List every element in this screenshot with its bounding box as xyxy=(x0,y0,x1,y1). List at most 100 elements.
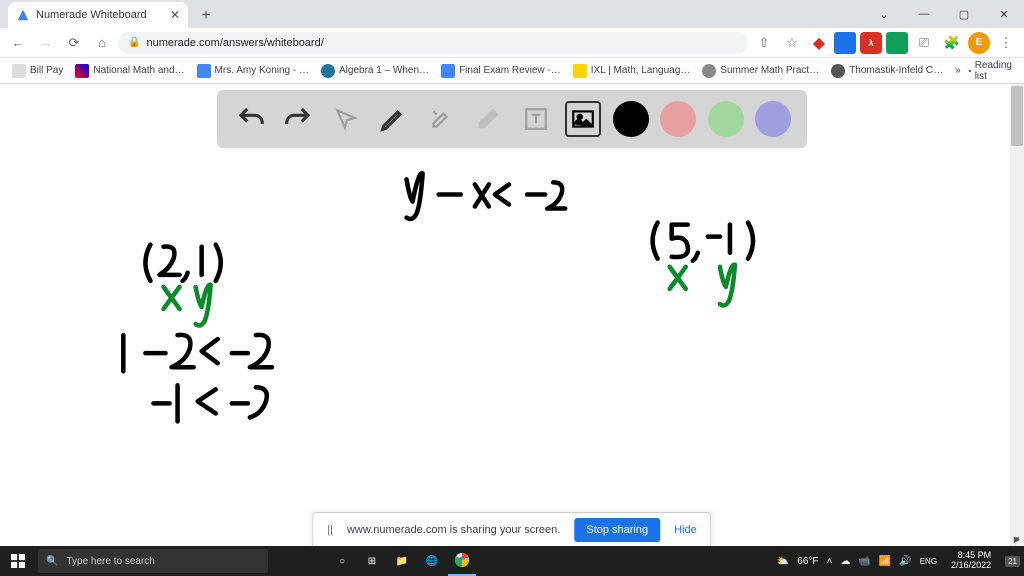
extension-icon-3[interactable] xyxy=(886,32,908,54)
bookmark-summer-math[interactable]: Summer Math Pract… xyxy=(698,62,823,80)
wifi-icon[interactable]: 📶 xyxy=(879,556,891,567)
windows-icon xyxy=(11,554,25,568)
reading-list-label: Reading list xyxy=(975,60,1016,82)
bookmark-final-exam[interactable]: Final Exam Review -… xyxy=(437,62,565,80)
reload-button[interactable]: ⟳ xyxy=(62,31,86,55)
bookmark-algebra1[interactable]: Algebra 1 – When… xyxy=(317,62,433,80)
window-controls: ⌄ — ▢ ✕ xyxy=(864,0,1024,28)
language-icon[interactable]: ENG xyxy=(920,557,937,566)
whiteboard-toolbar xyxy=(217,90,807,148)
notifications-icon[interactable]: 21 xyxy=(1005,556,1020,567)
scroll-right-icon[interactable]: ▶ xyxy=(1010,532,1024,546)
task-view-icon[interactable]: ⊞ xyxy=(358,546,386,576)
tab-close-icon[interactable]: ✕ xyxy=(170,8,180,22)
tab-title: Numerade Whiteboard xyxy=(36,9,147,21)
bookmark-label: Mrs. Amy Koning - … xyxy=(215,65,309,76)
cast-icon[interactable]: ⎚ xyxy=(912,31,936,55)
taskbar-search[interactable]: 🔍 Type here to search xyxy=(38,549,268,573)
new-tab-button[interactable]: + xyxy=(194,4,218,28)
edge-icon[interactable]: 🌐 xyxy=(418,546,446,576)
forward-button[interactable]: → xyxy=(34,31,58,55)
share-message: www.numerade.com is sharing your screen. xyxy=(347,524,560,536)
home-button[interactable]: ⌂ xyxy=(90,31,114,55)
bookmark-ixl[interactable]: IXL | Math, Languag… xyxy=(569,62,695,80)
onedrive-icon[interactable]: ☁ xyxy=(840,556,850,567)
pause-share-icon[interactable]: || xyxy=(327,524,333,536)
page-icon xyxy=(441,64,455,78)
meet-now-icon[interactable]: 📹 xyxy=(858,556,870,567)
numerade-favicon-icon xyxy=(16,8,30,22)
text-tool[interactable] xyxy=(518,101,554,137)
reading-list-button[interactable]: Reading list xyxy=(969,60,1016,82)
undo-button[interactable] xyxy=(233,101,269,137)
minimize-button[interactable]: — xyxy=(904,0,944,28)
ixl-icon xyxy=(573,64,587,78)
weather-icon[interactable]: ⛅ xyxy=(777,556,789,567)
globe-icon xyxy=(831,64,845,78)
browser-menu-button[interactable]: ⋮ xyxy=(994,31,1018,55)
file-explorer-icon[interactable]: 📁 xyxy=(388,546,416,576)
pen-tool[interactable] xyxy=(375,101,411,137)
volume-icon[interactable]: 🔊 xyxy=(899,556,911,567)
redo-button[interactable] xyxy=(280,101,316,137)
start-button[interactable] xyxy=(0,546,36,576)
lock-icon: 🔒 xyxy=(128,37,140,48)
reading-list-icon xyxy=(969,70,971,72)
close-window-button[interactable]: ✕ xyxy=(984,0,1024,28)
color-green[interactable] xyxy=(708,101,744,137)
url-field[interactable]: 🔒 numerade.com/answers/whiteboard/ xyxy=(118,32,748,54)
extension-pdf-icon[interactable]: λ xyxy=(860,32,882,54)
hide-share-bar-button[interactable]: Hide xyxy=(674,524,697,536)
back-button[interactable]: ← xyxy=(6,31,30,55)
extensions-puzzle-icon[interactable]: 🧩 xyxy=(940,31,964,55)
browser-tab[interactable]: Numerade Whiteboard ✕ xyxy=(8,2,188,28)
search-placeholder: Type here to search xyxy=(66,556,154,567)
bookmark-label: Summer Math Pract… xyxy=(720,65,819,76)
scroll-thumb[interactable] xyxy=(1011,86,1023,146)
extension-icon-2[interactable] xyxy=(834,32,856,54)
page-icon xyxy=(702,64,716,78)
taskbar-clock[interactable]: 8:45 PM 2/16/2022 xyxy=(945,551,997,571)
pointer-tool[interactable] xyxy=(328,101,364,137)
page-icon xyxy=(75,64,89,78)
chrome-icon[interactable] xyxy=(448,546,476,576)
bookmark-thomastik[interactable]: Thomastik-Infeld C… xyxy=(827,62,947,80)
screen-share-bar: || www.numerade.com is sharing your scre… xyxy=(312,512,711,546)
bookmark-label: Bill Pay xyxy=(30,65,63,76)
tools-button[interactable] xyxy=(423,101,459,137)
url-text: numerade.com/answers/whiteboard/ xyxy=(146,37,323,49)
page-content: || www.numerade.com is sharing your scre… xyxy=(0,84,1024,546)
bookmarks-bar: Bill Pay National Math and… Mrs. Amy Kon… xyxy=(0,58,1024,84)
whiteboard-canvas[interactable] xyxy=(0,84,1024,546)
address-bar: ← → ⟳ ⌂ 🔒 numerade.com/answers/whiteboar… xyxy=(0,28,1024,58)
bookmark-label: Algebra 1 – When… xyxy=(339,65,429,76)
bookmark-label: Thomastik-Infeld C… xyxy=(849,65,943,76)
vertical-scrollbar[interactable]: ▲ ▼ xyxy=(1010,84,1024,546)
bookmarks-overflow[interactable]: » xyxy=(951,63,965,78)
eraser-tool[interactable] xyxy=(470,101,506,137)
color-red[interactable] xyxy=(660,101,696,137)
bookmark-label: IXL | Math, Languag… xyxy=(591,65,691,76)
cortana-icon[interactable]: ○ xyxy=(328,546,356,576)
bookmark-label: National Math and… xyxy=(93,65,184,76)
extension-icon-1[interactable]: ◆ xyxy=(808,32,830,54)
browser-tabstrip: Numerade Whiteboard ✕ + ⌄ — ▢ ✕ xyxy=(0,0,1024,28)
bookmark-star-icon[interactable]: ☆ xyxy=(780,31,804,55)
image-tool[interactable] xyxy=(565,101,601,137)
weather-temp[interactable]: 66°F xyxy=(797,556,818,567)
maximize-button[interactable]: ▢ xyxy=(944,0,984,28)
bookmark-amy-koning[interactable]: Mrs. Amy Koning - … xyxy=(193,62,313,80)
color-purple[interactable] xyxy=(755,101,791,137)
share-icon[interactable]: ⇧ xyxy=(752,31,776,55)
profile-avatar[interactable]: E xyxy=(968,32,990,54)
page-icon xyxy=(197,64,211,78)
bookmark-national-math[interactable]: National Math and… xyxy=(71,62,188,80)
wordpress-icon xyxy=(321,64,335,78)
color-black[interactable] xyxy=(613,101,649,137)
bookmark-bill-pay[interactable]: Bill Pay xyxy=(8,62,67,80)
chevron-down-icon[interactable]: ⌄ xyxy=(864,0,904,28)
tray-chevron-icon[interactable]: ˄ xyxy=(827,556,833,567)
bookmark-label: Final Exam Review -… xyxy=(459,65,561,76)
clock-date: 2/16/2022 xyxy=(951,561,991,571)
stop-sharing-button[interactable]: Stop sharing xyxy=(574,518,660,542)
